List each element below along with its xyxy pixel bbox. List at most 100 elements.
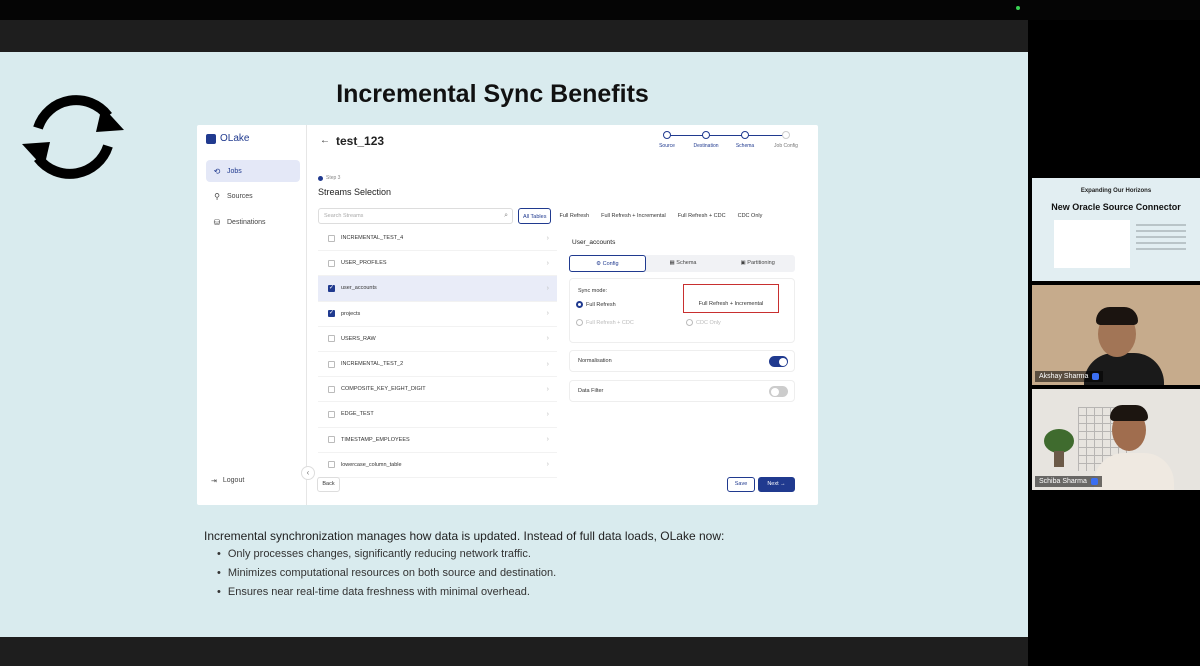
shared-slide-tile[interactable]: Expanding Our Horizons New Oracle Source… [1032,178,1200,281]
filter-cdc-only[interactable]: CDC Only [734,208,767,224]
sync-mode-card: Sync mode: Full Refresh Full Refresh + C… [569,278,795,343]
stream-name: lowercase_column_table [341,461,402,468]
stream-name: TIMESTAMP_EMPLOYEES [341,436,410,443]
list-item[interactable]: EDGE_TEST › [318,402,557,428]
step-label: Source [659,143,675,149]
mini-screenshot [1054,220,1130,268]
filter-tabs: All Tables Full Refresh Full Refresh + I… [518,208,766,224]
data-filter-row: Data Filter [569,380,795,402]
list-item[interactable]: lowercase_column_table › [318,453,557,478]
chevron-right-icon: › [546,310,549,318]
sidebar-item-label: Jobs [227,167,242,175]
tab-partitioning[interactable]: ▣ Partitioning [720,255,795,272]
back-arrow-icon[interactable]: ← [320,135,330,146]
save-button[interactable]: Save [727,477,755,492]
stream-name: user_accounts [341,285,377,292]
tab-label: Config [602,261,619,267]
stream-checkbox[interactable] [328,335,335,343]
highlight-full-refresh-incremental[interactable]: Full Refresh + Incremental [683,284,779,313]
app-screenshot: OLake ⟲ Jobs ⚲ Sources ⛁ Destinations ⇥ Logo… [197,125,818,505]
mini-text-lines [1136,224,1186,254]
section-title: Streams Selection [318,187,392,197]
chevron-right-icon: › [546,259,549,267]
participant-nametag: Akshay Sharma [1035,371,1104,382]
stream-checkbox[interactable] [328,436,335,444]
radio-full-refresh[interactable]: Full Refresh [576,301,616,308]
list-item[interactable]: INCREMENTAL_TEST_4 › [318,226,557,252]
search-input[interactable]: Search Streams ⌕ [318,208,513,224]
radio-label: Full Refresh + CDC [586,319,634,326]
radio-full-refresh-cdc[interactable]: Full Refresh + CDC [576,319,634,326]
sidebar-item-destinations[interactable]: ⛁ Destinations [206,211,300,233]
destinations-icon: ⛁ [213,217,221,227]
brand-name: OLake [220,133,250,144]
radio-label: Full Refresh + Incremental [698,301,764,307]
step-jobconfig-dot [782,131,790,139]
list-item[interactable]: INCREMENTAL_TEST_2 › [318,352,557,378]
stream-config-panel: User_accounts ⚙ Config ▦ Schema ▣ Partit… [562,230,800,470]
list-item[interactable]: ✓ user_accounts › [318,276,557,302]
filter-full-refresh[interactable]: Full Refresh [555,208,593,224]
sidebar: OLake ⟲ Jobs ⚲ Sources ⛁ Destinations ⇥ Logo… [197,125,307,505]
person-hair [1110,405,1148,421]
progress-stepper: Source Destination Schema Job Config [655,131,805,153]
stream-checkbox[interactable] [328,410,335,418]
filter-full-refresh-incremental[interactable]: Full Refresh + Incremental [597,208,670,224]
stream-name: INCREMENTAL_TEST_2 [341,361,404,368]
data-filter-label: Data Filter [578,388,604,394]
chevron-right-icon: › [546,335,549,343]
normalisation-toggle[interactable] [769,356,788,367]
stream-checkbox[interactable] [328,259,335,267]
stepper-line [670,135,788,136]
recording-indicator [1016,6,1020,10]
logout-icon: ⇥ [211,478,217,485]
list-item[interactable]: USERS_RAW › [318,327,557,352]
participant-name: Akshay Sharma [1039,373,1089,380]
back-button[interactable]: Back [317,477,340,492]
stream-checkbox[interactable] [328,385,335,393]
toggle-knob [770,387,779,396]
participant-name: Schiba Sharma [1039,478,1087,485]
chevron-right-icon: › [546,410,549,418]
stream-checkbox[interactable] [328,360,335,368]
stream-title: User_accounts [572,239,616,246]
tile-title: New Oracle Source Connector [1051,202,1181,212]
sidebar-item-jobs[interactable]: ⟲ Jobs [206,160,300,182]
next-button[interactable]: Next → [758,477,795,492]
filter-full-refresh-cdc[interactable]: Full Refresh + CDC [674,208,730,224]
list-item[interactable]: USER_PROFILES › [318,251,557,277]
radio-selected-icon [576,301,583,308]
stream-checkbox[interactable]: ✓ [328,284,335,292]
streams-list: INCREMENTAL_TEST_4 › USER_PROFILES › ✓ user… [318,226,557,478]
stream-checkbox[interactable] [328,461,335,469]
stream-checkbox[interactable]: ✓ [328,310,335,318]
collapse-sidebar-button[interactable]: ‹ [301,466,315,480]
sidebar-item-label: Sources [227,192,253,200]
radio-cdc-only[interactable]: CDC Only [686,319,721,326]
data-filter-toggle[interactable] [769,386,788,397]
list-item[interactable]: ✓ projects › [318,302,557,327]
logout-button[interactable]: ⇥ Logout [211,477,244,485]
list-item[interactable]: TIMESTAMP_EMPLOYEES › [318,428,557,453]
chevron-right-icon: › [546,284,549,292]
filter-all-tables[interactable]: All Tables [518,208,552,224]
tab-schema[interactable]: ▦ Schema [646,255,721,272]
participant-video-akshay[interactable]: Akshay Sharma [1032,285,1200,385]
chevron-right-icon: › [546,385,549,393]
mic-icon [1090,478,1098,485]
person-hair [1096,307,1138,325]
tab-config[interactable]: ⚙ Config [569,255,646,272]
list-item[interactable]: COMPOSITE_KEY_EIGHT_DIGIT › [318,377,557,403]
chevron-right-icon: › [546,360,549,368]
search-placeholder: Search Streams [324,213,364,219]
step-dot-icon [318,175,323,181]
sidebar-item-sources[interactable]: ⚲ Sources [206,185,300,207]
current-step: Step 3 [318,175,340,181]
person-body [1094,453,1174,490]
stream-checkbox[interactable] [328,234,335,242]
participant-video-schiba[interactable]: Schiba Sharma [1032,389,1200,490]
radio-label: Full Refresh [586,301,616,308]
radio-label: CDC Only [696,319,721,326]
logout-label: Logout [222,477,245,484]
stream-name: USER_PROFILES [341,260,387,267]
